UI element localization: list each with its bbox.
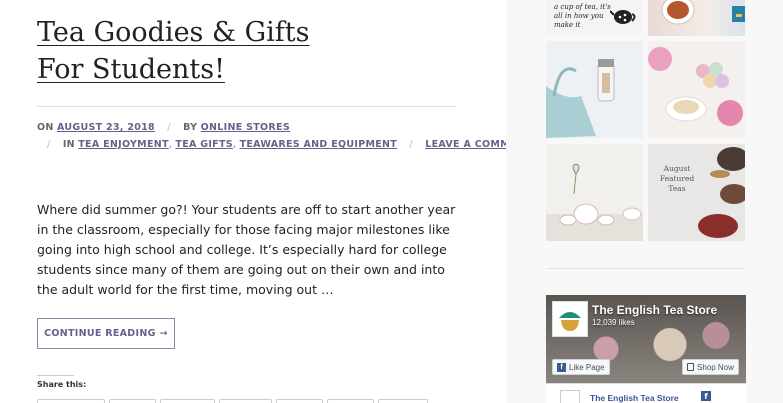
share-label: Share this:: [37, 380, 87, 389]
meta-separator: /: [167, 122, 171, 133]
tea-set-photo: [546, 144, 643, 241]
share-button-twitter[interactable]: [109, 399, 156, 403]
category-link-tea-gifts[interactable]: TEA GIFTS: [175, 139, 232, 150]
share-button-facebook[interactable]: [37, 399, 105, 403]
share-buttons: [37, 399, 428, 403]
instagram-tile-quote[interactable]: a cup of tea, it's all in how you make i…: [546, 0, 642, 36]
quote-text: a cup of tea, it's all in how you make i…: [554, 3, 611, 29]
facebook-shop-now-button[interactable]: Shop Now: [682, 359, 739, 375]
teapot-icon: [610, 10, 636, 24]
post-title[interactable]: Tea Goodies & Gifts For Students!: [37, 14, 337, 88]
instagram-tile-tea-bag[interactable]: [546, 41, 643, 138]
post-avatar: [560, 390, 580, 403]
facebook-page-avatar[interactable]: [552, 301, 588, 337]
shopping-bag-icon: [687, 363, 694, 371]
shop-now-label: Shop Now: [697, 362, 734, 372]
tea-cup-photo: [661, 0, 745, 25]
continue-reading-label: CONTINUE READING: [44, 328, 156, 339]
on-label: ON: [37, 122, 54, 133]
post-excerpt: Where did summer go?! Your students are …: [37, 202, 456, 297]
handbag-photo: [546, 41, 643, 138]
category-link-teawares[interactable]: TEAWARES AND EQUIPMENT: [240, 139, 398, 150]
instagram-tile-tea-set[interactable]: [546, 144, 643, 241]
arrow-right-icon: →: [159, 328, 168, 339]
facebook-page-widget[interactable]: The English Tea Store 12,039 likes f Lik…: [546, 295, 746, 403]
main-content: Tea Goodies & Gifts For Students! ON AUG…: [0, 0, 531, 403]
in-label: IN: [62, 139, 75, 150]
share-button-tumblr[interactable]: [276, 399, 323, 403]
sidebar-divider: [546, 268, 745, 269]
facebook-likes-count: 12,039 likes: [592, 318, 635, 327]
facebook-page-name[interactable]: The English Tea Store: [592, 303, 717, 317]
share-button-linkedin[interactable]: [219, 399, 272, 403]
meta-separator: /: [47, 139, 51, 150]
like-page-label: Like Page: [569, 362, 605, 372]
category-link-tea-enjoyment[interactable]: TEA ENJOYMENT: [78, 139, 169, 150]
meta-separator: /: [409, 139, 413, 150]
facebook-icon: f: [557, 362, 566, 372]
post-meta-date-author: ON AUGUST 23, 2018 / BY ONLINE STORES: [37, 122, 290, 133]
instagram-tile-featured-teas[interactable]: August Featured Teas: [648, 144, 745, 241]
share-button-reddit[interactable]: [327, 399, 374, 403]
by-label: BY: [183, 122, 198, 133]
share-divider: [37, 375, 74, 376]
post-title-line-1[interactable]: Tea Goodies & Gifts: [37, 14, 337, 51]
post-date-link[interactable]: AUGUST 23, 2018: [57, 122, 155, 133]
post-author-link[interactable]: ONLINE STORES: [201, 122, 290, 133]
continue-reading-button[interactable]: CONTINUE READING →: [37, 318, 175, 349]
instagram-tile-macarons[interactable]: [648, 41, 745, 138]
post-meta-categories: / IN TEA ENJOYMENT, TEA GIFTS, TEAWARES …: [47, 139, 532, 150]
instagram-tile-tea-cup[interactable]: [648, 0, 745, 36]
post-author-name[interactable]: The English Tea Store: [590, 393, 679, 403]
facebook-post-preview: The English Tea Store f: [546, 383, 746, 403]
featured-teas-text: August Featured Teas: [659, 164, 695, 193]
share-button-pinterest[interactable]: [160, 399, 215, 403]
facebook-like-page-button[interactable]: f Like Page: [552, 359, 610, 375]
tea-cup-logo-icon: [559, 312, 581, 331]
post-title-line-2[interactable]: For Students!: [37, 51, 337, 88]
title-divider: [37, 106, 456, 107]
macarons-photo: [648, 41, 745, 138]
facebook-logo-icon: f: [701, 391, 711, 401]
share-button-email[interactable]: [378, 399, 428, 403]
